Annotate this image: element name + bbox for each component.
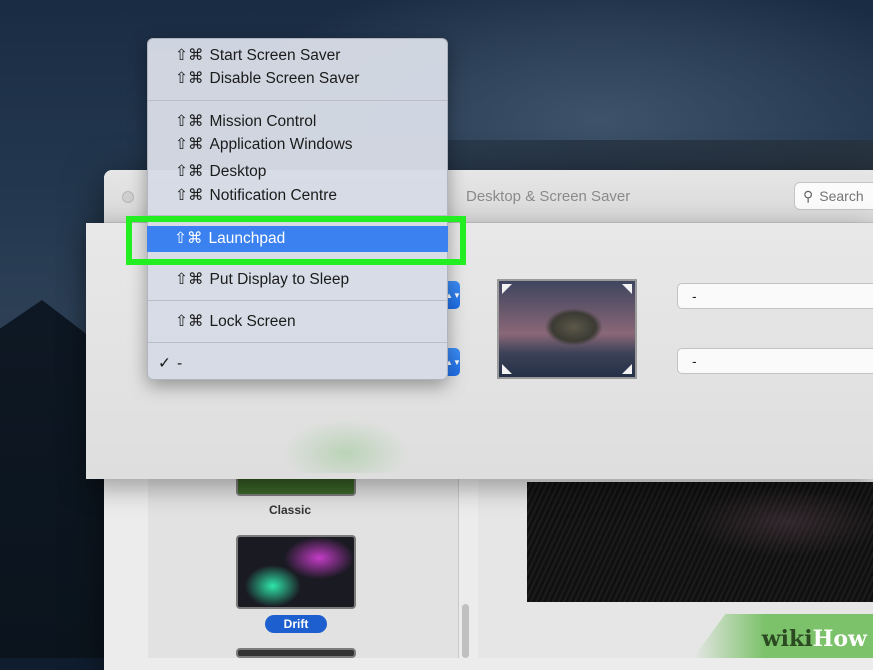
wikihow-watermark-text: wikiHow bbox=[762, 626, 867, 652]
corner-mark-top-left bbox=[502, 284, 512, 294]
menu-item-label: Desktop bbox=[209, 163, 267, 180]
window-title: Desktop & Screen Saver bbox=[466, 188, 631, 205]
screen-saver-label-drift: Drift bbox=[265, 615, 327, 633]
screen-saver-preview bbox=[527, 482, 873, 602]
search-input[interactable] bbox=[817, 187, 873, 205]
menu-item-put-display-to-sleep[interactable]: ⇧⌘ Put Display to Sleep bbox=[148, 269, 447, 291]
search-field[interactable]: ⚲ bbox=[794, 182, 873, 210]
modifier-keys: ⇧⌘ bbox=[175, 163, 204, 180]
hot-corner-action-menu: ⇧⌘ Start Screen Saver ⇧⌘ Disable Screen … bbox=[147, 38, 448, 380]
menu-separator bbox=[148, 342, 447, 343]
bottom-right-corner-select[interactable]: - bbox=[677, 348, 873, 374]
menu-item-none[interactable]: ✓ - bbox=[148, 353, 447, 375]
hot-corners-preview bbox=[497, 279, 637, 379]
menu-item-label: Application Windows bbox=[209, 136, 353, 153]
menu-item-label: Start Screen Saver bbox=[209, 47, 341, 64]
screen-saver-label-classic: Classic bbox=[269, 503, 312, 517]
menu-item-disable-screen-saver[interactable]: ⇧⌘ Disable Screen Saver bbox=[148, 68, 447, 90]
top-left-corner-popup-arrow[interactable]: ▲▼ bbox=[445, 281, 461, 309]
menu-item-start-screen-saver[interactable]: ⇧⌘ Start Screen Saver bbox=[148, 45, 447, 67]
callout-highlight-box bbox=[126, 216, 466, 265]
corner-mark-bottom-left bbox=[502, 364, 512, 374]
close-window-button[interactable] bbox=[122, 191, 134, 203]
corner-mark-top-right bbox=[622, 284, 632, 294]
menu-item-label: Put Display to Sleep bbox=[209, 271, 350, 288]
modifier-keys: ⇧⌘ bbox=[175, 136, 204, 153]
menu-item-label: Mission Control bbox=[209, 113, 317, 130]
screen-saver-thumb-drift[interactable] bbox=[236, 535, 356, 609]
screen-saver-list-scrollbar[interactable] bbox=[462, 604, 469, 658]
menu-item-label: - bbox=[177, 355, 183, 372]
search-icon: ⚲ bbox=[803, 187, 814, 204]
menu-item-mission-control[interactable]: ⇧⌘ Mission Control bbox=[148, 111, 447, 133]
screen-saver-thumb-next[interactable] bbox=[236, 648, 356, 658]
menu-item-lock-screen[interactable]: ⇧⌘ Lock Screen bbox=[148, 311, 447, 333]
modifier-keys: ⇧⌘ bbox=[175, 113, 204, 130]
top-right-corner-select[interactable]: - bbox=[677, 283, 873, 309]
checkmark-icon: ✓ bbox=[158, 355, 171, 372]
modifier-keys: ⇧⌘ bbox=[175, 313, 204, 330]
menu-item-desktop[interactable]: ⇧⌘ Desktop bbox=[148, 161, 447, 183]
menu-item-application-windows[interactable]: ⇧⌘ Application Windows bbox=[148, 134, 447, 156]
menu-separator bbox=[148, 300, 447, 301]
menu-item-notification-centre[interactable]: ⇧⌘ Notification Centre bbox=[148, 185, 447, 207]
menu-item-label: Notification Centre bbox=[209, 187, 338, 204]
modifier-keys: ⇧⌘ bbox=[175, 70, 204, 87]
modifier-keys: ⇧⌘ bbox=[175, 47, 204, 64]
corner-mark-bottom-right bbox=[622, 364, 632, 374]
sheet-glow bbox=[256, 373, 436, 473]
menu-item-label: Disable Screen Saver bbox=[209, 70, 360, 87]
menu-separator bbox=[148, 100, 447, 101]
bottom-left-corner-popup-arrow[interactable]: ▲▼ bbox=[445, 348, 461, 376]
watermark-wiki: wiki bbox=[761, 626, 813, 652]
watermark-how: How bbox=[812, 626, 867, 652]
modifier-keys: ⇧⌘ bbox=[175, 271, 204, 288]
menu-item-label: Lock Screen bbox=[209, 313, 296, 330]
modifier-keys: ⇧⌘ bbox=[175, 187, 204, 204]
